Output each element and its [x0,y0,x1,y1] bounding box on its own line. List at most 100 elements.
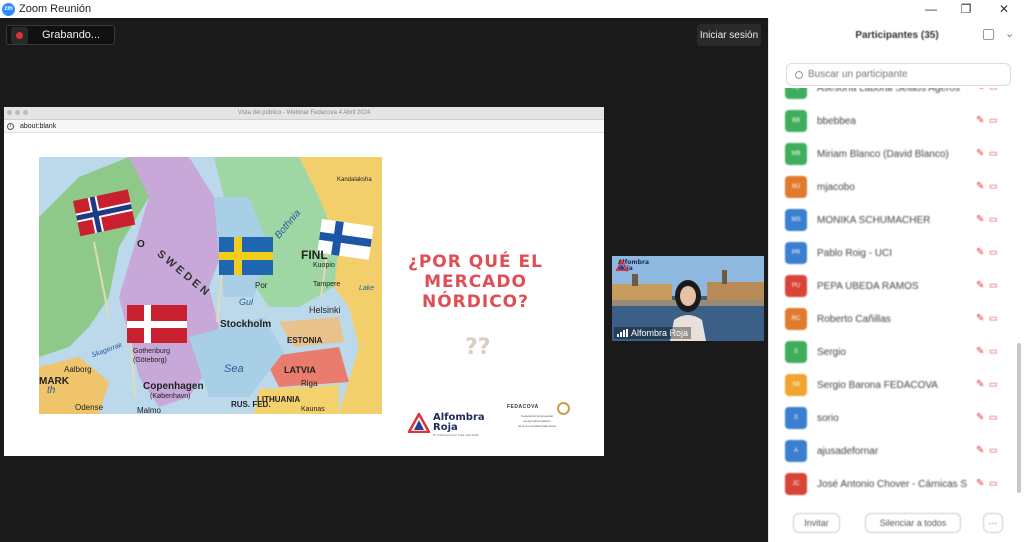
slide-heading-line1: ¿POR QUÉ EL [407,252,543,272]
muted-mic-icon[interactable]: ✎ [976,313,985,325]
video-off-icon[interactable]: ▭ [989,346,998,357]
video-off-icon[interactable]: ▭ [989,214,998,225]
map-label-malmo: Malmo [137,406,162,414]
shared-window-titlebar: Vista del público - Webinar Fedacova 4 A… [4,107,604,120]
participant-avatar: AL [785,88,807,99]
participant-row[interactable]: AL Asesoría Laboral Seiaos Ageros ✎ ▭ [785,88,1011,100]
restore-button[interactable]: ❐ [947,0,985,18]
video-tile-nameplate: Alfombra Roja [614,327,692,339]
minimize-button[interactable]: — [912,0,950,18]
participant-name: Miriam Blanco (David Blanco) [817,148,949,160]
slide-heading-line3: NÓRDICO? [422,292,529,312]
participant-search[interactable] [786,63,1011,86]
participant-row[interactable]: Ssorio ✎ ▭ [785,406,1011,430]
video-tile-logo-icon [616,260,628,271]
alfombra-logo-line2: Roja [433,422,458,433]
mute-all-button[interactable]: Silenciar a todos [865,513,961,533]
zoom-logo-icon: zm [2,2,15,16]
participant-row[interactable]: MJ mjacobo ✎ ▭ [785,175,1011,199]
participant-name: Pablo Roig - UCI [817,247,893,259]
participant-name: MONIKA SCHUMACHER [817,214,931,226]
map-label-helsinki: Helsinki [309,305,341,315]
participant-avatar: PR [785,242,807,264]
muted-mic-icon[interactable]: ✎ [976,280,985,292]
slide-heading-line2: MERCADO [424,272,527,292]
muted-mic-icon[interactable]: ✎ [976,214,985,226]
shared-url: about:blank [20,122,57,130]
collapse-chevron-icon[interactable]: ⌄ [1005,27,1014,40]
map-label-kobenhavn: (København) [150,393,191,400]
participant-avatar: S [785,341,807,363]
muted-mic-icon[interactable]: ✎ [976,247,985,259]
signal-strength-icon [617,329,628,337]
alfombra-roja-logo-icon [408,413,430,433]
participant-list-scrollbar[interactable] [1016,88,1022,508]
map-label-kaunas: Kaunas [301,406,325,413]
participant-avatar: PU [785,275,807,297]
video-off-icon[interactable]: ▭ [989,445,998,456]
video-off-icon[interactable]: ▭ [989,148,998,159]
popout-icon[interactable] [983,29,994,40]
alfombra-logo-tagline: Tu Internacional más allá Salto [433,433,479,437]
muted-mic-icon[interactable]: ✎ [976,445,985,457]
recording-indicator[interactable]: Grabando... [6,25,115,45]
participant-row[interactable]: RC Roberto Cañillas ✎ ▭ [785,307,1011,331]
invite-button[interactable]: Invitar [793,513,840,533]
shared-url-bar: i about:blank [4,120,604,133]
fedacova-emblem-icon [557,402,570,415]
participant-row[interactable]: PR Pablo Roig - UCI ✎ ▭ [785,241,1011,265]
video-off-icon[interactable]: ▭ [989,88,998,93]
video-off-icon[interactable]: ▭ [989,478,998,489]
video-off-icon[interactable]: ▭ [989,115,998,126]
scrollbar-thumb[interactable] [1017,343,1021,493]
recording-label: Grabando... [42,29,101,41]
more-options-button[interactable]: ··· [983,513,1003,533]
participant-avatar: BB [785,110,807,132]
video-off-icon[interactable]: ▭ [989,313,998,324]
muted-mic-icon[interactable]: ✎ [976,148,985,160]
slide-heading: ¿POR QUÉ EL MERCADO NÓRDICO? [398,252,553,312]
participant-search-input[interactable] [808,69,998,80]
video-off-icon[interactable]: ▭ [989,181,998,192]
fedacova-sub3: de la Comunidad Valenciana [517,424,557,428]
muted-mic-icon[interactable]: ✎ [976,181,985,193]
window-titlebar: zm Zoom Reunión — ❐ ✕ [0,0,1024,18]
video-off-icon[interactable]: ▭ [989,247,998,258]
map-label-kandalaksha: Kandalaksha [337,177,372,183]
participant-row[interactable]: BB bbebbea ✎ ▭ [785,109,1011,133]
video-off-icon[interactable]: ▭ [989,280,998,291]
participant-row[interactable]: PU PEPA ÚBEDA RAMOS ✎ ▭ [785,274,1011,298]
participant-avatar: S [785,407,807,429]
map-label-rus-fed: RUS. FED. [231,400,271,409]
participant-row[interactable]: MS MONIKA SCHUMACHER ✎ ▭ [785,208,1011,232]
video-off-icon[interactable]: ▭ [989,379,998,390]
muted-mic-icon[interactable]: ✎ [976,478,985,490]
muted-mic-icon[interactable]: ✎ [976,379,985,391]
shared-screen: Vista del público - Webinar Fedacova 4 A… [4,107,604,456]
muted-mic-icon[interactable]: ✎ [976,412,985,424]
close-button[interactable]: ✕ [985,0,1023,18]
muted-mic-icon[interactable]: ✎ [976,115,985,127]
participant-row[interactable]: MB Miriam Blanco (David Blanco) ✎ ▭ [785,142,1011,166]
participant-row[interactable]: Aajusadefornar ✎ ▭ [785,439,1011,463]
question-marks-decoration: ?? [465,335,491,360]
participant-row[interactable]: S Sergio ✎ ▭ [785,340,1011,364]
muted-mic-icon[interactable]: ✎ [976,346,985,358]
map-label-por: Por [255,281,268,290]
participant-avatar: MS [785,209,807,231]
video-off-icon[interactable]: ▭ [989,412,998,423]
signin-button[interactable]: Iniciar sesión [697,24,761,46]
record-icon [11,26,28,44]
participant-row[interactable]: JC José Antonio Chover - Cárnicas Serrano… [785,472,1011,496]
search-icon [795,70,803,79]
map-label-finland: FINL [301,248,328,262]
participant-row[interactable]: SB Sergio Barona FEDACOVA ✎ ▭ [785,373,1011,397]
window-traffic-lights-icon [7,110,28,115]
map-label-kuopio: Kuopio [313,262,335,269]
map-label-goteborg: (Göteborg) [133,357,167,364]
muted-mic-icon[interactable]: ✎ [976,88,985,94]
participants-footer: Invitar Silenciar a todos ··· [769,512,1024,542]
map-label-sea: Sea [224,363,244,375]
map-label-stockholm: Stockholm [220,319,272,330]
participant-video-tile[interactable]: Alfombra Roja Alfombra Roja [612,256,764,341]
